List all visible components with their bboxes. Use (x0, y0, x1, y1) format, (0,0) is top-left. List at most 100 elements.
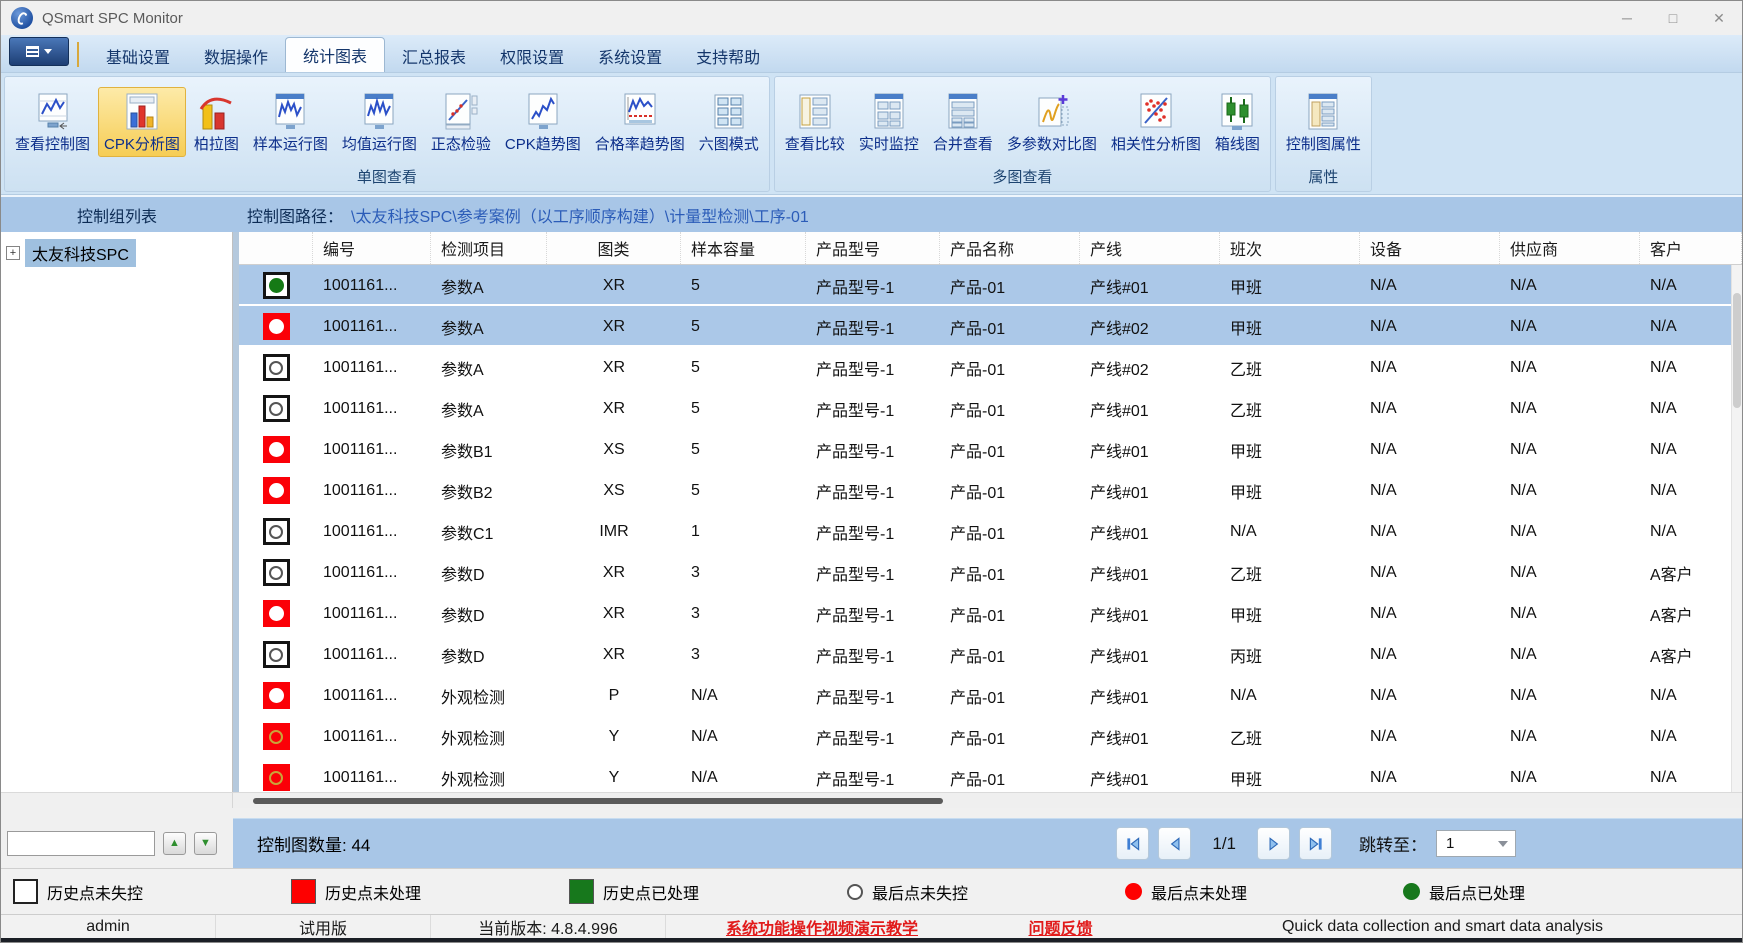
cell-status (239, 477, 313, 504)
cell-device: N/A (1360, 482, 1500, 500)
horizontal-scrollbar[interactable] (233, 793, 1742, 808)
table-row[interactable]: 1001161...参数B1XS5产品型号-1产品-01产线#01甲班N/AN/… (239, 429, 1742, 470)
cell-status (239, 272, 313, 299)
view-compare-button[interactable]: 查看比较 (779, 87, 851, 157)
compare-icon (796, 92, 834, 132)
multi-parameter-compare-chart-button[interactable]: 多参数对比图 (1001, 87, 1103, 157)
table-row[interactable]: 1001161...外观检测PN/A产品型号-1产品-01产线#01N/AN/A… (239, 675, 1742, 716)
vertical-scrollbar[interactable] (1731, 265, 1742, 792)
tab-statistics-charts[interactable]: 统计图表 (285, 37, 385, 72)
last-point-status-dot-icon (269, 361, 283, 375)
box-plot-button[interactable]: 箱线图 (1209, 87, 1266, 157)
maximize-button[interactable]: □ (1650, 1, 1696, 35)
minimize-button[interactable]: ─ (1604, 1, 1650, 35)
pareto-chart-button[interactable]: 柏拉图 (188, 87, 245, 157)
cell-status (239, 313, 313, 340)
horizontal-scrollbar-thumb[interactable] (253, 798, 943, 804)
tab-data-operations[interactable]: 数据操作 (187, 39, 285, 72)
merged-view-button[interactable]: 合并查看 (927, 87, 999, 157)
table-row[interactable]: 1001161...参数DXR3产品型号-1产品-01产线#01乙班N/AN/A… (239, 552, 1742, 593)
column-header-line[interactable]: 产线 (1080, 232, 1220, 264)
column-header-id[interactable]: 编号 (313, 232, 431, 264)
column-header-device[interactable]: 设备 (1360, 232, 1500, 264)
column-header-status[interactable] (239, 232, 313, 264)
next-page-icon (1265, 835, 1283, 853)
column-header-shift[interactable]: 班次 (1220, 232, 1360, 264)
cell-shift: 丙班 (1220, 643, 1360, 667)
control-chart-properties-button[interactable]: 控制图属性 (1280, 87, 1367, 157)
tab-system-settings[interactable]: 系统设置 (581, 39, 679, 72)
cell-item: 参数D (431, 602, 547, 626)
status-video-tutorial-link[interactable]: 系统功能操作视频演示教学 (666, 915, 978, 939)
cell-chart-type: XR (547, 400, 681, 418)
history-status-square-icon (263, 682, 290, 709)
six-chart-mode-button[interactable]: 六图模式 (693, 87, 765, 157)
cell-id: 1001161... (313, 646, 431, 664)
jump-to-select[interactable]: 1 (1436, 830, 1516, 857)
cell-supplier: N/A (1500, 359, 1640, 377)
pass-rate-trend-chart-button[interactable]: 合格率趋势图 (589, 87, 691, 157)
tab-support-help[interactable]: 支持帮助 (679, 39, 777, 72)
cell-id: 1001161... (313, 605, 431, 623)
cpk-trend-chart-button[interactable]: CPK趋势图 (499, 87, 587, 157)
cell-line: 产线#02 (1080, 356, 1220, 380)
realtime-monitor-button[interactable]: 实时监控 (853, 87, 925, 157)
table-row[interactable]: 1001161...外观检测YN/A产品型号-1产品-01产线#01甲班N/AN… (239, 757, 1742, 792)
table-row[interactable]: 1001161...参数AXR5产品型号-1产品-01产线#01甲班N/AN/A… (239, 265, 1742, 306)
previous-page-button[interactable] (1158, 827, 1191, 860)
column-header-sample-size[interactable]: 样本容量 (681, 232, 806, 264)
column-header-supplier[interactable]: 供应商 (1500, 232, 1640, 264)
cell-supplier: N/A (1500, 646, 1640, 664)
table-row[interactable]: 1001161...参数AXR5产品型号-1产品-01产线#01乙班N/AN/A… (239, 388, 1742, 429)
cell-shift: 甲班 (1220, 274, 1360, 298)
table-row[interactable]: 1001161...参数C1IMR1产品型号-1产品-01产线#01N/AN/A… (239, 511, 1742, 552)
first-page-button[interactable] (1116, 827, 1149, 860)
sample-run-chart-button[interactable]: 样本运行图 (247, 87, 334, 157)
column-header-product-name[interactable]: 产品名称 (940, 232, 1080, 264)
correlation-analysis-chart-button[interactable]: 相关性分析图 (1105, 87, 1207, 157)
tree-filter-input[interactable] (7, 831, 155, 856)
cell-customer: A客户 (1640, 561, 1742, 585)
move-down-button[interactable]: ▼ (194, 832, 217, 855)
tab-permission-settings[interactable]: 权限设置 (483, 39, 581, 72)
normality-test-button[interactable]: 正态检验 (425, 87, 497, 157)
cell-customer: N/A (1640, 687, 1742, 705)
column-header-customer[interactable]: 客户 (1640, 232, 1742, 264)
cell-chart-type: Y (547, 728, 681, 746)
legend-item: 历史点已处理 (557, 879, 835, 904)
vertical-scrollbar-thumb[interactable] (1733, 293, 1741, 408)
mean-run-chart-button[interactable]: 均值运行图 (336, 87, 423, 157)
ribbon-group-label: 属性 (1276, 164, 1371, 191)
last-page-button[interactable] (1299, 827, 1332, 860)
table-row[interactable]: 1001161...参数DXR3产品型号-1产品-01产线#01丙班N/AN/A… (239, 634, 1742, 675)
pass-rate-trend-icon (621, 92, 659, 132)
ribbon-button-label: 柏拉图 (194, 133, 239, 154)
cell-item: 参数A (431, 274, 547, 298)
view-control-chart-button[interactable]: 查看控制图 (9, 87, 96, 157)
column-header-chart-type[interactable]: 图类 (547, 232, 681, 264)
table-row[interactable]: 1001161...参数AXR5产品型号-1产品-01产线#02乙班N/AN/A… (239, 347, 1742, 388)
tab-summary-reports[interactable]: 汇总报表 (385, 39, 483, 72)
tree-expand-icon[interactable]: + (6, 246, 20, 260)
app-menu-button[interactable] (9, 37, 69, 66)
app-logo-icon (11, 7, 33, 29)
cell-line: 产线#01 (1080, 438, 1220, 462)
column-header-product-model[interactable]: 产品型号 (806, 232, 940, 264)
tab-basic-settings[interactable]: 基础设置 (89, 39, 187, 72)
tree-item-label[interactable]: 太友科技SPC (25, 239, 136, 267)
table-row[interactable]: 1001161...参数AXR5产品型号-1产品-01产线#02甲班N/AN/A… (239, 306, 1742, 347)
cell-chart-type: Y (547, 769, 681, 787)
table-row[interactable]: 1001161...参数DXR3产品型号-1产品-01产线#01甲班N/AN/A… (239, 593, 1742, 634)
table-row[interactable]: 1001161...参数B2XS5产品型号-1产品-01产线#01甲班N/AN/… (239, 470, 1742, 511)
legend-item: 历史点未失控 (1, 879, 279, 904)
next-page-button[interactable] (1257, 827, 1290, 860)
status-feedback-link[interactable]: 问题反馈 (978, 915, 1143, 939)
cpk-analysis-chart-button[interactable]: CPK分析图 (98, 87, 186, 157)
table-row[interactable]: 1001161...外观检测YN/A产品型号-1产品-01产线#01乙班N/AN… (239, 716, 1742, 757)
cell-device: N/A (1360, 441, 1500, 459)
close-button[interactable]: ✕ (1696, 1, 1742, 35)
cell-product-name: 产品-01 (940, 602, 1080, 626)
move-up-button[interactable]: ▲ (163, 832, 186, 855)
column-header-item[interactable]: 检测项目 (431, 232, 547, 264)
tree-item-taiyou-spc[interactable]: + 太友科技SPC (1, 239, 232, 267)
